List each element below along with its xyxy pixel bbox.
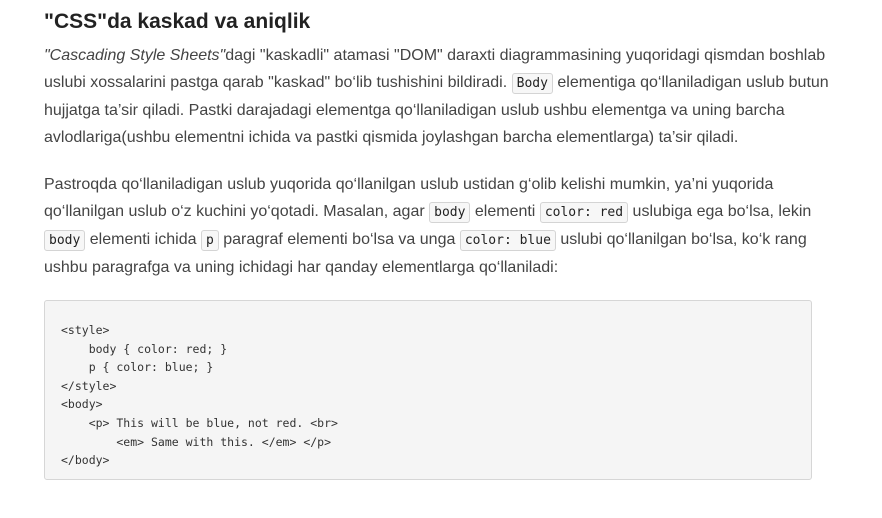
inline-code: body xyxy=(429,202,471,223)
inline-code: color: blue xyxy=(459,230,556,251)
inline-code: Body xyxy=(511,73,553,94)
paragraph-text: paragraf elementi bo‘lsa va unga xyxy=(218,231,460,248)
article: "CSS"da kaskad va aniqlik "Cascading Sty… xyxy=(44,0,834,480)
paragraph-cascade-intro: "Cascading Style Sheets"dagi "kaskadli" … xyxy=(44,42,834,151)
paragraph-cascade-example: Pastroqda qo‘llaniladigan uslub yuqorida… xyxy=(44,171,834,281)
inline-code: p xyxy=(200,230,219,251)
inline-code: body xyxy=(44,230,86,251)
section-heading: "CSS"da kaskad va aniqlik xyxy=(44,10,311,33)
paragraph-text: elementi xyxy=(470,203,540,220)
paragraph-text: uslubiga ega bo‘lsa, lekin xyxy=(628,203,812,220)
code-block: <style> body { color: red; } p { color: … xyxy=(44,300,812,480)
code-line: </body> xyxy=(61,453,110,468)
code-line: <em> Same with this. </em> </p> xyxy=(61,434,332,449)
inline-code: color: red xyxy=(539,202,629,223)
code-line: <style> xyxy=(61,323,110,337)
emphasis-term: "Cascading Style Sheets" xyxy=(44,47,226,64)
code-line: <body> xyxy=(61,397,103,412)
code-line: <p> This will be blue, not red. <br> xyxy=(61,415,338,430)
code-line: body { color: red; } xyxy=(61,341,228,356)
paragraph-text: elementi ichida xyxy=(85,231,201,248)
code-line: p { color: blue; } xyxy=(61,360,214,375)
code-line: </style> xyxy=(61,378,117,393)
